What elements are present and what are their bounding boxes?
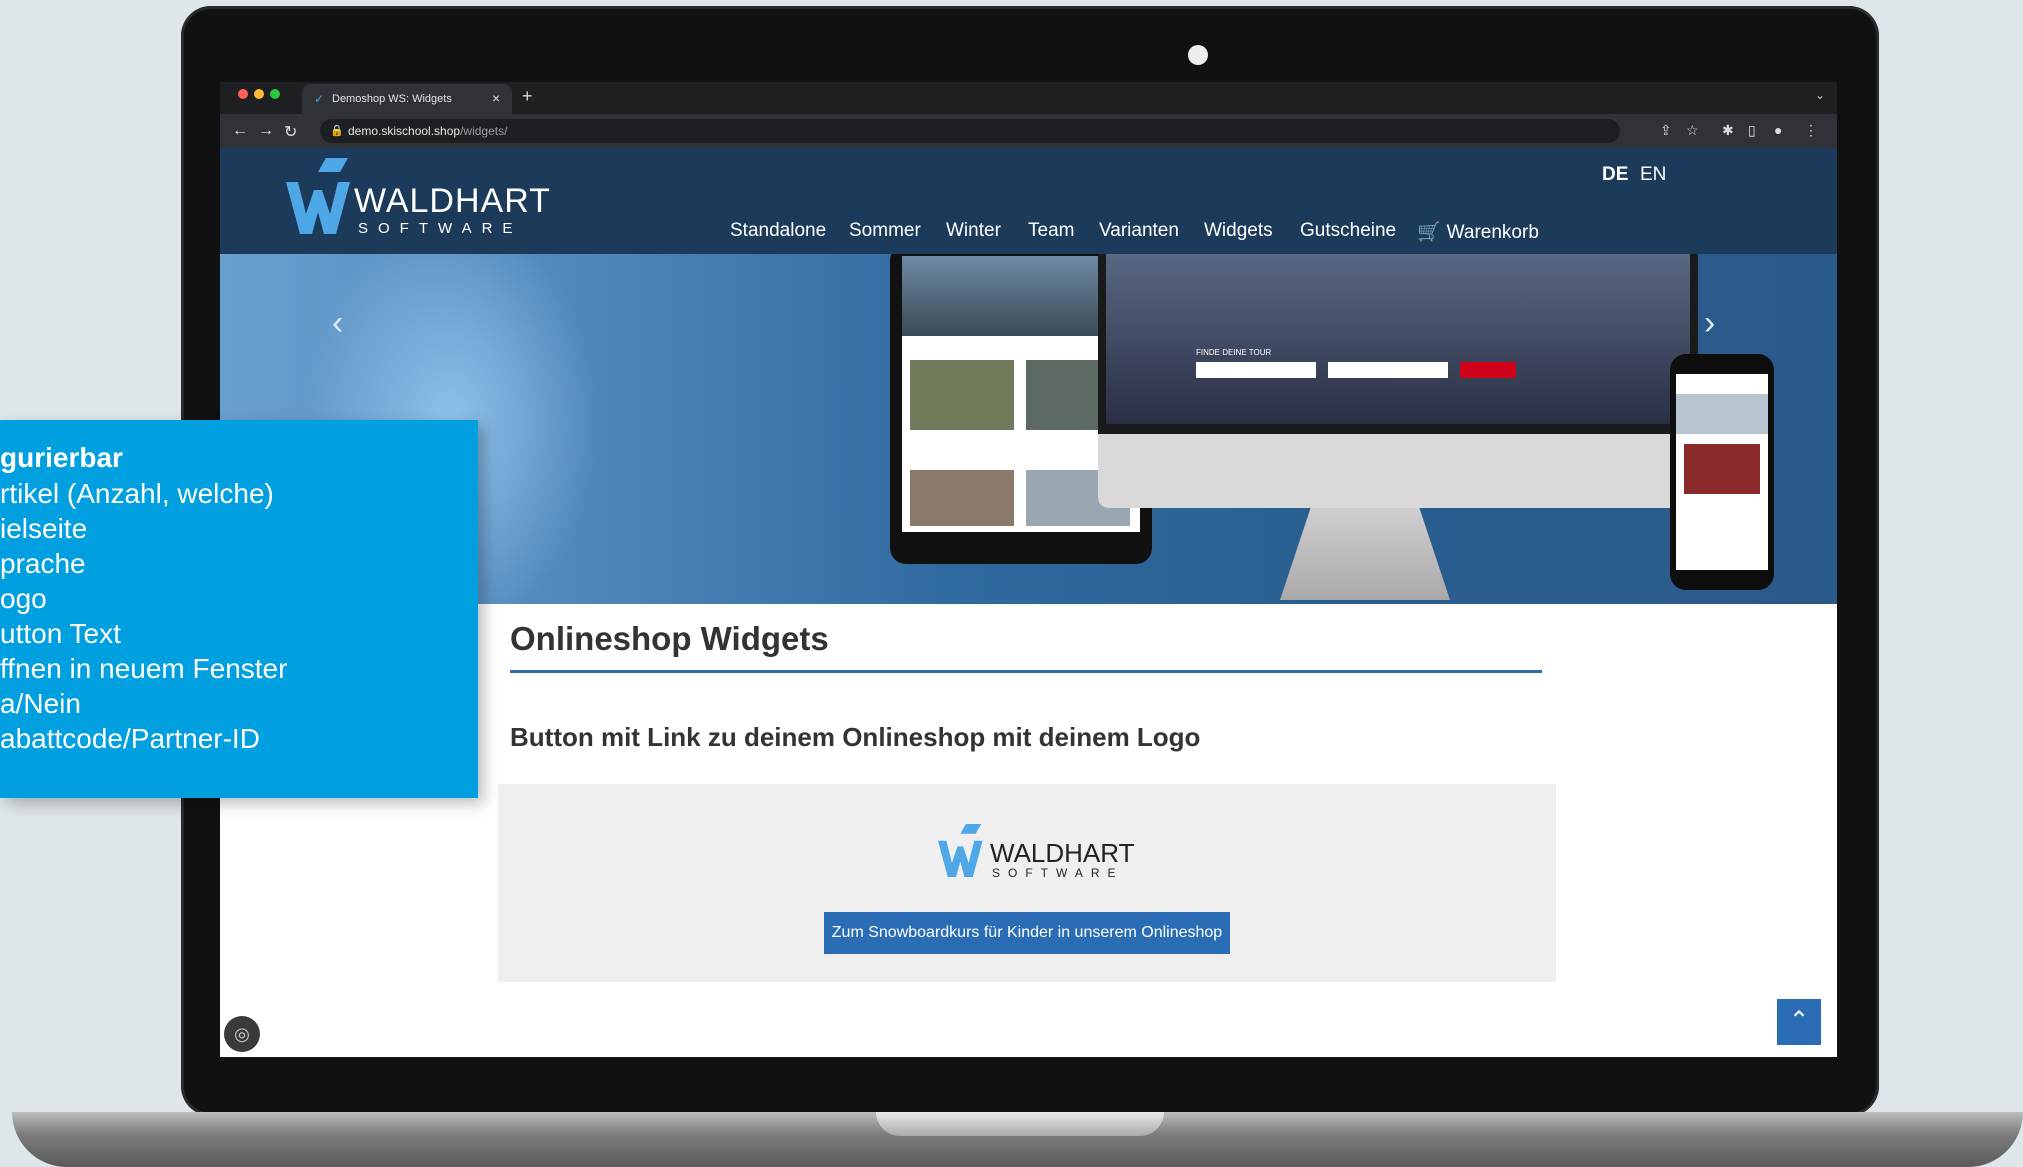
list-item: ogo	[0, 583, 47, 614]
new-tab-icon[interactable]: +	[522, 86, 533, 107]
scroll-to-top-button[interactable]: ⌃	[1777, 999, 1821, 1045]
camera-icon	[1188, 45, 1208, 65]
profile-avatar-icon[interactable]: ●	[1774, 122, 1782, 138]
phone-screen	[1676, 374, 1768, 570]
chevron-up-icon: ⌃	[1788, 1007, 1810, 1034]
share-icon[interactable]: ⇪	[1660, 122, 1672, 139]
close-window-icon[interactable]	[238, 89, 248, 99]
favicon-icon: ✓	[314, 92, 325, 106]
fingerprint-icon[interactable]: ◎	[224, 1016, 260, 1052]
widget-preview: WALDHART SOFTWARE Zum Snowboardkurs für …	[498, 784, 1556, 982]
slider-next-icon[interactable]: ›	[1704, 304, 1715, 343]
nav-varianten[interactable]: Varianten	[1099, 220, 1179, 242]
tour-search-label: FINDE DEINE TOUR	[1196, 348, 1272, 357]
bookmark-star-icon[interactable]: ☆	[1686, 122, 1699, 139]
browser-toolbar: ← → ↻ 🔒 demo.skischool.shop/widgets/ ⇪ ☆…	[220, 114, 1837, 148]
list-item: prache	[0, 548, 86, 579]
widget-logo-subline: SOFTWARE	[992, 866, 1124, 880]
tab-search-icon[interactable]: ⌄	[1815, 88, 1825, 102]
lock-icon: 🔒	[330, 125, 344, 137]
nav-standalone[interactable]: Standalone	[730, 220, 826, 242]
waldhart-logo[interactable]: WALDHART SOFTWARE	[286, 158, 550, 249]
monitor-screen: FINDE DEINE TOUR	[1106, 254, 1690, 424]
browser-tab-strip: ✓ Demoshop WS: Widgets × + ⌄	[220, 82, 1837, 114]
nav-warenkorb[interactable]: 🛒 Warenkorb	[1417, 220, 1539, 244]
nav-warenkorb-label: Warenkorb	[1446, 222, 1539, 243]
widget-w-icon	[938, 824, 983, 877]
overlay-feature-list: rtikel (Anzahl, welche) ielseite prache …	[0, 478, 287, 758]
logo-wordmark: WALDHART	[354, 182, 551, 220]
back-icon[interactable]: ←	[232, 122, 248, 140]
browser-tab[interactable]: ✓ Demoshop WS: Widgets ×	[302, 84, 512, 114]
nav-sommer[interactable]: Sommer	[849, 220, 921, 242]
minimize-window-icon[interactable]	[254, 89, 264, 99]
laptop-notch	[876, 1112, 1164, 1136]
side-panel-icon[interactable]: ▯	[1748, 122, 1756, 139]
url-path: /widgets/	[460, 124, 508, 138]
cart-icon: 🛒	[1417, 222, 1441, 243]
logo-subline: SOFTWARE	[358, 220, 523, 237]
list-item: ielseite	[0, 513, 88, 544]
list-item: rtikel (Anzahl, welche)	[0, 478, 274, 509]
list-item: a/Nein	[0, 688, 81, 719]
menu-icon[interactable]: ⋮	[1804, 122, 1818, 139]
section-subtitle: Button mit Link zu deinem Onlineshop mit…	[510, 722, 1201, 752]
reload-icon[interactable]: ↻	[284, 122, 297, 142]
waldhart-w-icon	[286, 158, 350, 234]
tab-title: Demoshop WS: Widgets	[332, 93, 452, 105]
nav-winter[interactable]: Winter	[946, 220, 1001, 242]
url-host: demo.skischool.shop	[348, 124, 461, 138]
url-text: demo.skischool.shop/widgets/	[348, 124, 507, 138]
desktop-mockup: FINDE DEINE TOUR ●	[1098, 254, 1698, 508]
list-item: abattcode/Partner-ID	[0, 723, 260, 754]
tab-close-icon[interactable]: ×	[492, 90, 500, 106]
nav-widgets[interactable]: Widgets	[1204, 220, 1273, 242]
onlineshop-link-button[interactable]: Zum Snowboardkurs für Kinder in unserem …	[824, 912, 1230, 954]
extensions-icon[interactable]: ✱	[1722, 122, 1734, 139]
slider-prev-icon[interactable]: ‹	[332, 304, 343, 343]
nav-team[interactable]: Team	[1028, 220, 1074, 242]
maximize-window-icon[interactable]	[270, 89, 280, 99]
feature-overlay-panel: gurierbar rtikel (Anzahl, welche) ielsei…	[0, 420, 478, 798]
overlay-heading: gurierbar	[0, 442, 123, 473]
monitor-chin: ●	[1098, 434, 1698, 508]
widget-logo-wordmark: WALDHART	[990, 838, 1135, 868]
lang-de[interactable]: DE	[1602, 164, 1628, 186]
site-header: WALDHART SOFTWARE DE EN Standalone Somme…	[220, 148, 1837, 254]
list-item: utton Text	[0, 618, 121, 649]
title-divider	[510, 670, 1542, 673]
nav-gutscheine[interactable]: Gutscheine	[1300, 220, 1396, 242]
monitor-stand	[1280, 508, 1450, 600]
tour-search-form: FINDE DEINE TOUR	[1196, 348, 1596, 392]
address-bar[interactable]: 🔒 demo.skischool.shop/widgets/	[320, 119, 1620, 143]
lang-en[interactable]: EN	[1640, 164, 1666, 186]
forward-icon[interactable]: →	[258, 122, 274, 140]
list-item: ffnen in neuem Fenster	[0, 653, 288, 684]
widget-logo[interactable]: WALDHART SOFTWARE	[938, 822, 1134, 891]
phone-mockup	[1670, 354, 1774, 590]
page-title: Onlineshop Widgets	[510, 620, 829, 657]
